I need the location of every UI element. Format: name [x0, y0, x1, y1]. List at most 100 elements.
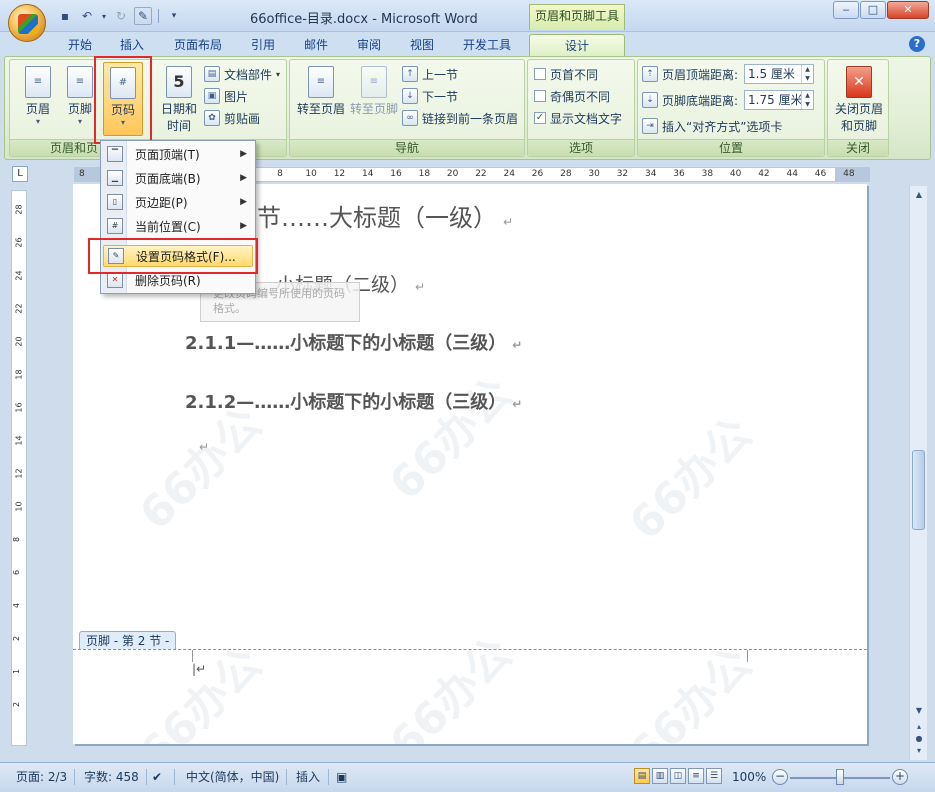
- arrow-down-icon: ↓: [402, 88, 418, 104]
- status-separator: [74, 769, 75, 785]
- menu-item-top-of-page[interactable]: ▔ 页面顶端(T) ▶: [103, 143, 253, 165]
- heading-level-3[interactable]: 2.1.1—……小标题下的小标题（三级） ↵: [185, 329, 522, 355]
- ruler-tick-label: 42: [758, 169, 770, 179]
- tab-references[interactable]: 引用: [243, 34, 283, 56]
- insert-mode-indicator[interactable]: 插入: [296, 768, 320, 786]
- prev-section-button[interactable]: ↑ 上一节: [402, 64, 458, 84]
- close-header-footer-button[interactable]: ✕ 关闭页眉 和页脚: [832, 62, 886, 136]
- menu-item-page-margins[interactable]: ▯ 页边距(P) ▶: [103, 191, 253, 213]
- picture-icon: ▣: [204, 88, 220, 104]
- language-indicator[interactable]: 中文(简体，中国): [186, 768, 279, 786]
- web-layout-icon[interactable]: ◫: [670, 768, 686, 784]
- undo-dropdown-icon[interactable]: ▾: [100, 7, 108, 25]
- next-page-icon[interactable]: ▾: [913, 746, 925, 758]
- date-time-label-2: 时间: [166, 119, 191, 133]
- zoom-out-icon[interactable]: −: [772, 769, 788, 785]
- outline-view-icon[interactable]: ≡: [688, 768, 704, 784]
- page-count[interactable]: 页面: 2/3: [16, 768, 67, 786]
- office-button[interactable]: [8, 4, 46, 42]
- spinner-arrows-icon[interactable]: ▲ ▼: [801, 65, 813, 83]
- odd-even-checkbox[interactable]: 奇偶页不同: [534, 86, 610, 106]
- page-margin-icon: ▯: [107, 194, 123, 210]
- help-icon[interactable]: ?: [909, 36, 925, 52]
- page-bottom-icon: ▁: [107, 170, 123, 186]
- redo-icon[interactable]: ↻: [112, 7, 130, 25]
- vertical-scrollbar[interactable]: ▲ ▼ ▴ ● ▾: [909, 186, 927, 760]
- vertical-ruler[interactable]: 28 26 24 22 20 18 16 14 12 10 8 6 4 2 1 2: [11, 190, 27, 746]
- scroll-up-icon[interactable]: ▲: [913, 190, 925, 202]
- title-bar: ▪ ↶ ▾ ↻ ✎ ▾ 66office-目录.docx - Microsoft…: [0, 0, 935, 32]
- macro-record-icon[interactable]: ▣: [336, 768, 347, 786]
- ruler-tick-label: 46: [814, 169, 827, 179]
- ruler-tick-label: 44: [786, 169, 798, 179]
- doc-parts-button[interactable]: ▤ 文档部件 ▾: [204, 64, 280, 84]
- menu-item-label: 页面底端(B): [135, 171, 201, 186]
- header-distance-spinner[interactable]: 1.5 厘米 ▲ ▼: [744, 64, 814, 84]
- paragraph-mark: ↵: [512, 397, 523, 411]
- draft-view-icon[interactable]: ☰: [706, 768, 722, 784]
- date-time-button[interactable]: 5 日期和 时间: [155, 62, 203, 136]
- tab-insert[interactable]: 插入: [112, 34, 152, 56]
- full-screen-reading-icon[interactable]: ▥: [652, 768, 668, 784]
- scroll-down-icon[interactable]: ▼: [913, 706, 925, 718]
- date-time-label-1: 日期和: [160, 102, 197, 116]
- print-layout-view-icon[interactable]: ▤: [634, 768, 650, 784]
- tab-home[interactable]: 开始: [60, 34, 100, 56]
- maximize-button[interactable]: □: [860, 1, 886, 19]
- prev-page-icon[interactable]: ▴: [913, 722, 925, 734]
- spinner-arrows-icon[interactable]: ▲ ▼: [801, 91, 813, 109]
- heading-level-3[interactable]: 2.1.2—……小标题下的小标题（三级） ↵: [185, 388, 522, 414]
- save-icon[interactable]: ▪: [56, 7, 74, 25]
- ruler-tick-label: 1: [12, 668, 22, 675]
- format-painter-icon[interactable]: ✎: [134, 7, 152, 25]
- close-label-1: 关闭页眉: [834, 102, 883, 116]
- ruler-tick-label: 12: [14, 468, 24, 479]
- header-button[interactable]: ≡ 页眉 ▾: [18, 62, 58, 136]
- close-red-x-icon: ✕: [846, 66, 872, 98]
- zoom-in-icon[interactable]: +: [892, 769, 908, 785]
- menu-item-current-position[interactable]: # 当前位置(C) ▶: [103, 215, 253, 237]
- link-previous-button[interactable]: ∞ 链接到前一条页眉: [402, 108, 518, 128]
- heading-level-3-text: 2.1.2—……小标题下的小标题（三级）: [185, 392, 507, 413]
- next-section-button[interactable]: ↓ 下一节: [402, 86, 458, 106]
- undo-icon[interactable]: ↶: [78, 7, 96, 25]
- tab-selector[interactable]: L: [12, 166, 28, 182]
- insert-align-tab-button[interactable]: ⇥ 插入“对齐方式”选项卡: [642, 116, 782, 136]
- scroll-thumb[interactable]: [912, 450, 925, 530]
- zoom-level[interactable]: 100%: [732, 768, 766, 786]
- close-window-button[interactable]: ✕: [887, 1, 929, 19]
- show-doc-text-checkbox[interactable]: ✓ 显示文档文字: [534, 108, 622, 128]
- zoom-slider-thumb[interactable]: [836, 769, 844, 785]
- paragraph-mark: ↵: [199, 440, 210, 454]
- word-count[interactable]: 字数: 458: [84, 768, 139, 786]
- menu-item-bottom-of-page[interactable]: ▁ 页面底端(B) ▶: [103, 167, 253, 189]
- ruler-tick-label: 22: [475, 169, 487, 179]
- browse-object-icon[interactable]: ●: [913, 734, 925, 746]
- header-distance-value: 1.5 厘米: [748, 67, 795, 81]
- tab-view[interactable]: 视图: [402, 34, 442, 56]
- doc-parts-label: 文档部件: [224, 67, 273, 82]
- paragraph-mark: ↵: [196, 662, 207, 676]
- heading-level-1[interactable]: 节……大标题（一级） ↵: [257, 198, 513, 233]
- footer-distance-spinner[interactable]: 1.75 厘米 ▲ ▼: [744, 90, 814, 110]
- ruler-tick-label: 6: [12, 569, 22, 576]
- ruler-tick-label: 38: [701, 169, 714, 179]
- picture-button[interactable]: ▣ 图片: [204, 86, 248, 106]
- tab-developer[interactable]: 开发工具: [456, 34, 518, 56]
- close-label-2: 和页脚: [840, 119, 877, 133]
- ruler-tick-label: 22: [14, 303, 24, 314]
- tab-page-layout[interactable]: 页面布局: [168, 34, 228, 56]
- goto-header-button[interactable]: ≡ 转至页眉: [294, 62, 348, 136]
- minimize-button[interactable]: ‒: [833, 1, 859, 19]
- tab-mailings[interactable]: 邮件: [296, 34, 336, 56]
- clip-art-button[interactable]: ✿ 剪贴画: [204, 108, 260, 128]
- menu-item-label: 当前位置(C): [135, 219, 201, 234]
- proofing-icon[interactable]: ✔: [152, 768, 162, 786]
- different-first-page-checkbox[interactable]: 页首不同: [534, 64, 598, 84]
- customize-icon[interactable]: ▾: [165, 7, 183, 25]
- ruler-tick-label: 14: [14, 435, 24, 446]
- tab-design[interactable]: 设计: [529, 34, 625, 56]
- office-logo-icon: [18, 14, 38, 34]
- tab-review[interactable]: 审阅: [349, 34, 389, 56]
- goto-footer-button[interactable]: ≡ 转至页脚: [348, 62, 400, 136]
